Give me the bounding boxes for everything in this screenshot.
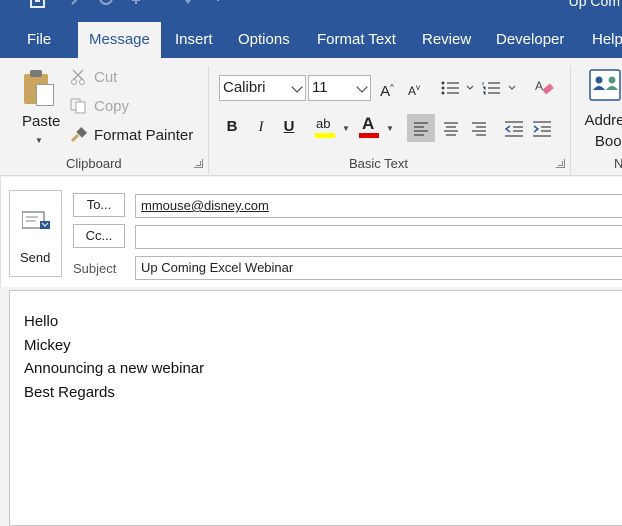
basic-text-launcher-icon[interactable] <box>556 159 565 168</box>
scissors-icon <box>71 69 85 85</box>
highlight-dropdown-icon[interactable]: ▼ <box>342 124 350 133</box>
numbered-list-icon <box>482 82 516 95</box>
tab-insert[interactable]: Insert <box>175 22 213 58</box>
decrease-indent-button[interactable] <box>500 114 528 142</box>
to-button[interactable]: To... <box>73 193 125 217</box>
title-bar: Up Com <box>0 0 622 22</box>
tab-review[interactable]: Review <box>422 22 471 58</box>
bullet-list-icon <box>441 81 474 95</box>
quick-access-icons[interactable] <box>66 0 156 8</box>
font-color-button[interactable]: A <box>357 114 381 140</box>
font-color-label: A <box>362 114 375 133</box>
tab-help[interactable]: Help <box>592 22 622 58</box>
ribbon-tabs: File Message Insert Options Format Text … <box>0 22 622 58</box>
tab-format-text[interactable]: Format Text <box>317 22 396 58</box>
align-right-icon <box>472 122 486 136</box>
cc-button[interactable]: Cc... <box>73 224 125 248</box>
undo-icon <box>71 0 78 5</box>
tab-options[interactable]: Options <box>238 22 290 58</box>
underline-button[interactable]: U <box>278 114 300 140</box>
chevron-down-icon <box>356 81 368 93</box>
font-size-combo[interactable]: 11 <box>308 75 371 101</box>
redo-icon <box>99 0 113 5</box>
body-line: Hello <box>24 313 59 330</box>
subject-label: Subject <box>73 261 117 276</box>
copy-label: Copy <box>94 97 130 115</box>
format-painter-button[interactable]: Format Painter <box>70 124 193 146</box>
format-painter-label: Format Painter <box>94 126 194 144</box>
clipboard-group-label: Clipboard <box>66 156 122 171</box>
basic-text-group-label: Basic Text <box>349 156 409 171</box>
address-book-button[interactable]: Address Book <box>582 110 622 152</box>
clear-formatting-button[interactable]: A <box>535 78 555 99</box>
customize-icons[interactable] <box>180 0 220 6</box>
align-center-button[interactable] <box>437 114 465 142</box>
shrink-font-button[interactable]: Av <box>403 75 425 101</box>
paste-dropdown-icon[interactable]: ▼ <box>35 136 43 145</box>
grow-font-button[interactable]: A^ <box>376 75 398 101</box>
names-group-label: N <box>614 156 622 171</box>
message-body[interactable]: Hello Mickey Announcing a new webinar Be… <box>9 290 622 526</box>
arrow-icon <box>132 0 140 4</box>
bold-button[interactable]: B <box>221 114 243 140</box>
tab-message[interactable]: Message <box>78 22 161 58</box>
italic-button[interactable]: I <box>250 114 272 140</box>
send-label: Send <box>20 250 51 265</box>
cc-field[interactable] <box>135 225 622 249</box>
save-icon[interactable] <box>30 0 45 8</box>
align-center-icon <box>444 122 458 136</box>
copy-icon <box>70 98 86 114</box>
font-name-combo[interactable]: Calibri <box>219 75 306 101</box>
align-left-icon <box>414 122 428 136</box>
body-line: Announcing a new webinar <box>24 360 205 377</box>
increase-indent-icon <box>533 121 551 137</box>
align-right-button[interactable] <box>465 114 493 142</box>
align-left-button[interactable] <box>407 114 435 142</box>
highlight-button[interactable]: ab <box>313 114 337 140</box>
cut-button[interactable]: Cut <box>70 66 117 88</box>
group-divider <box>208 66 209 174</box>
chevron-down-icon <box>291 81 303 93</box>
bullets-button[interactable] <box>441 81 475 98</box>
group-divider <box>570 66 571 174</box>
svg-text:A: A <box>535 79 543 93</box>
font-size-value: 11 <box>312 79 328 96</box>
eraser-icon: A <box>535 79 554 95</box>
paste-icon[interactable] <box>24 68 56 108</box>
send-envelope-icon <box>22 211 50 229</box>
font-color-dropdown-icon[interactable]: ▼ <box>386 124 394 133</box>
paste-button[interactable]: Paste <box>22 113 60 130</box>
window-title: Up Com <box>568 0 620 9</box>
body-line: Best Regards <box>24 384 115 401</box>
send-button[interactable]: Send <box>9 190 62 277</box>
ribbon: Paste ▼ Cut Copy Format Painter Clipboar… <box>0 58 622 176</box>
grow-font-label: A <box>380 83 391 100</box>
send-receive-icon <box>185 0 191 4</box>
address-book-icon[interactable] <box>589 68 622 102</box>
copy-button[interactable]: Copy <box>70 95 129 117</box>
shrink-font-label: A <box>407 84 416 98</box>
numbering-button[interactable] <box>482 81 518 98</box>
tab-developer[interactable]: Developer <box>496 22 564 58</box>
highlight-color-swatch <box>315 133 335 138</box>
decrease-indent-icon <box>504 121 523 137</box>
body-line: Mickey <box>24 337 71 354</box>
to-field[interactable]: mmouse@disney.com <box>135 194 622 218</box>
cut-label: Cut <box>94 68 118 86</box>
font-name-value: Calibri <box>223 79 266 96</box>
subject-field[interactable]: Up Coming Excel Webinar <box>135 256 622 280</box>
clipboard-launcher-icon[interactable] <box>194 159 203 168</box>
tab-file[interactable]: File <box>27 22 51 58</box>
font-color-swatch <box>359 133 379 138</box>
paintbrush-icon <box>70 127 87 143</box>
highlight-label: ab <box>316 116 331 131</box>
increase-indent-button[interactable] <box>528 114 556 142</box>
